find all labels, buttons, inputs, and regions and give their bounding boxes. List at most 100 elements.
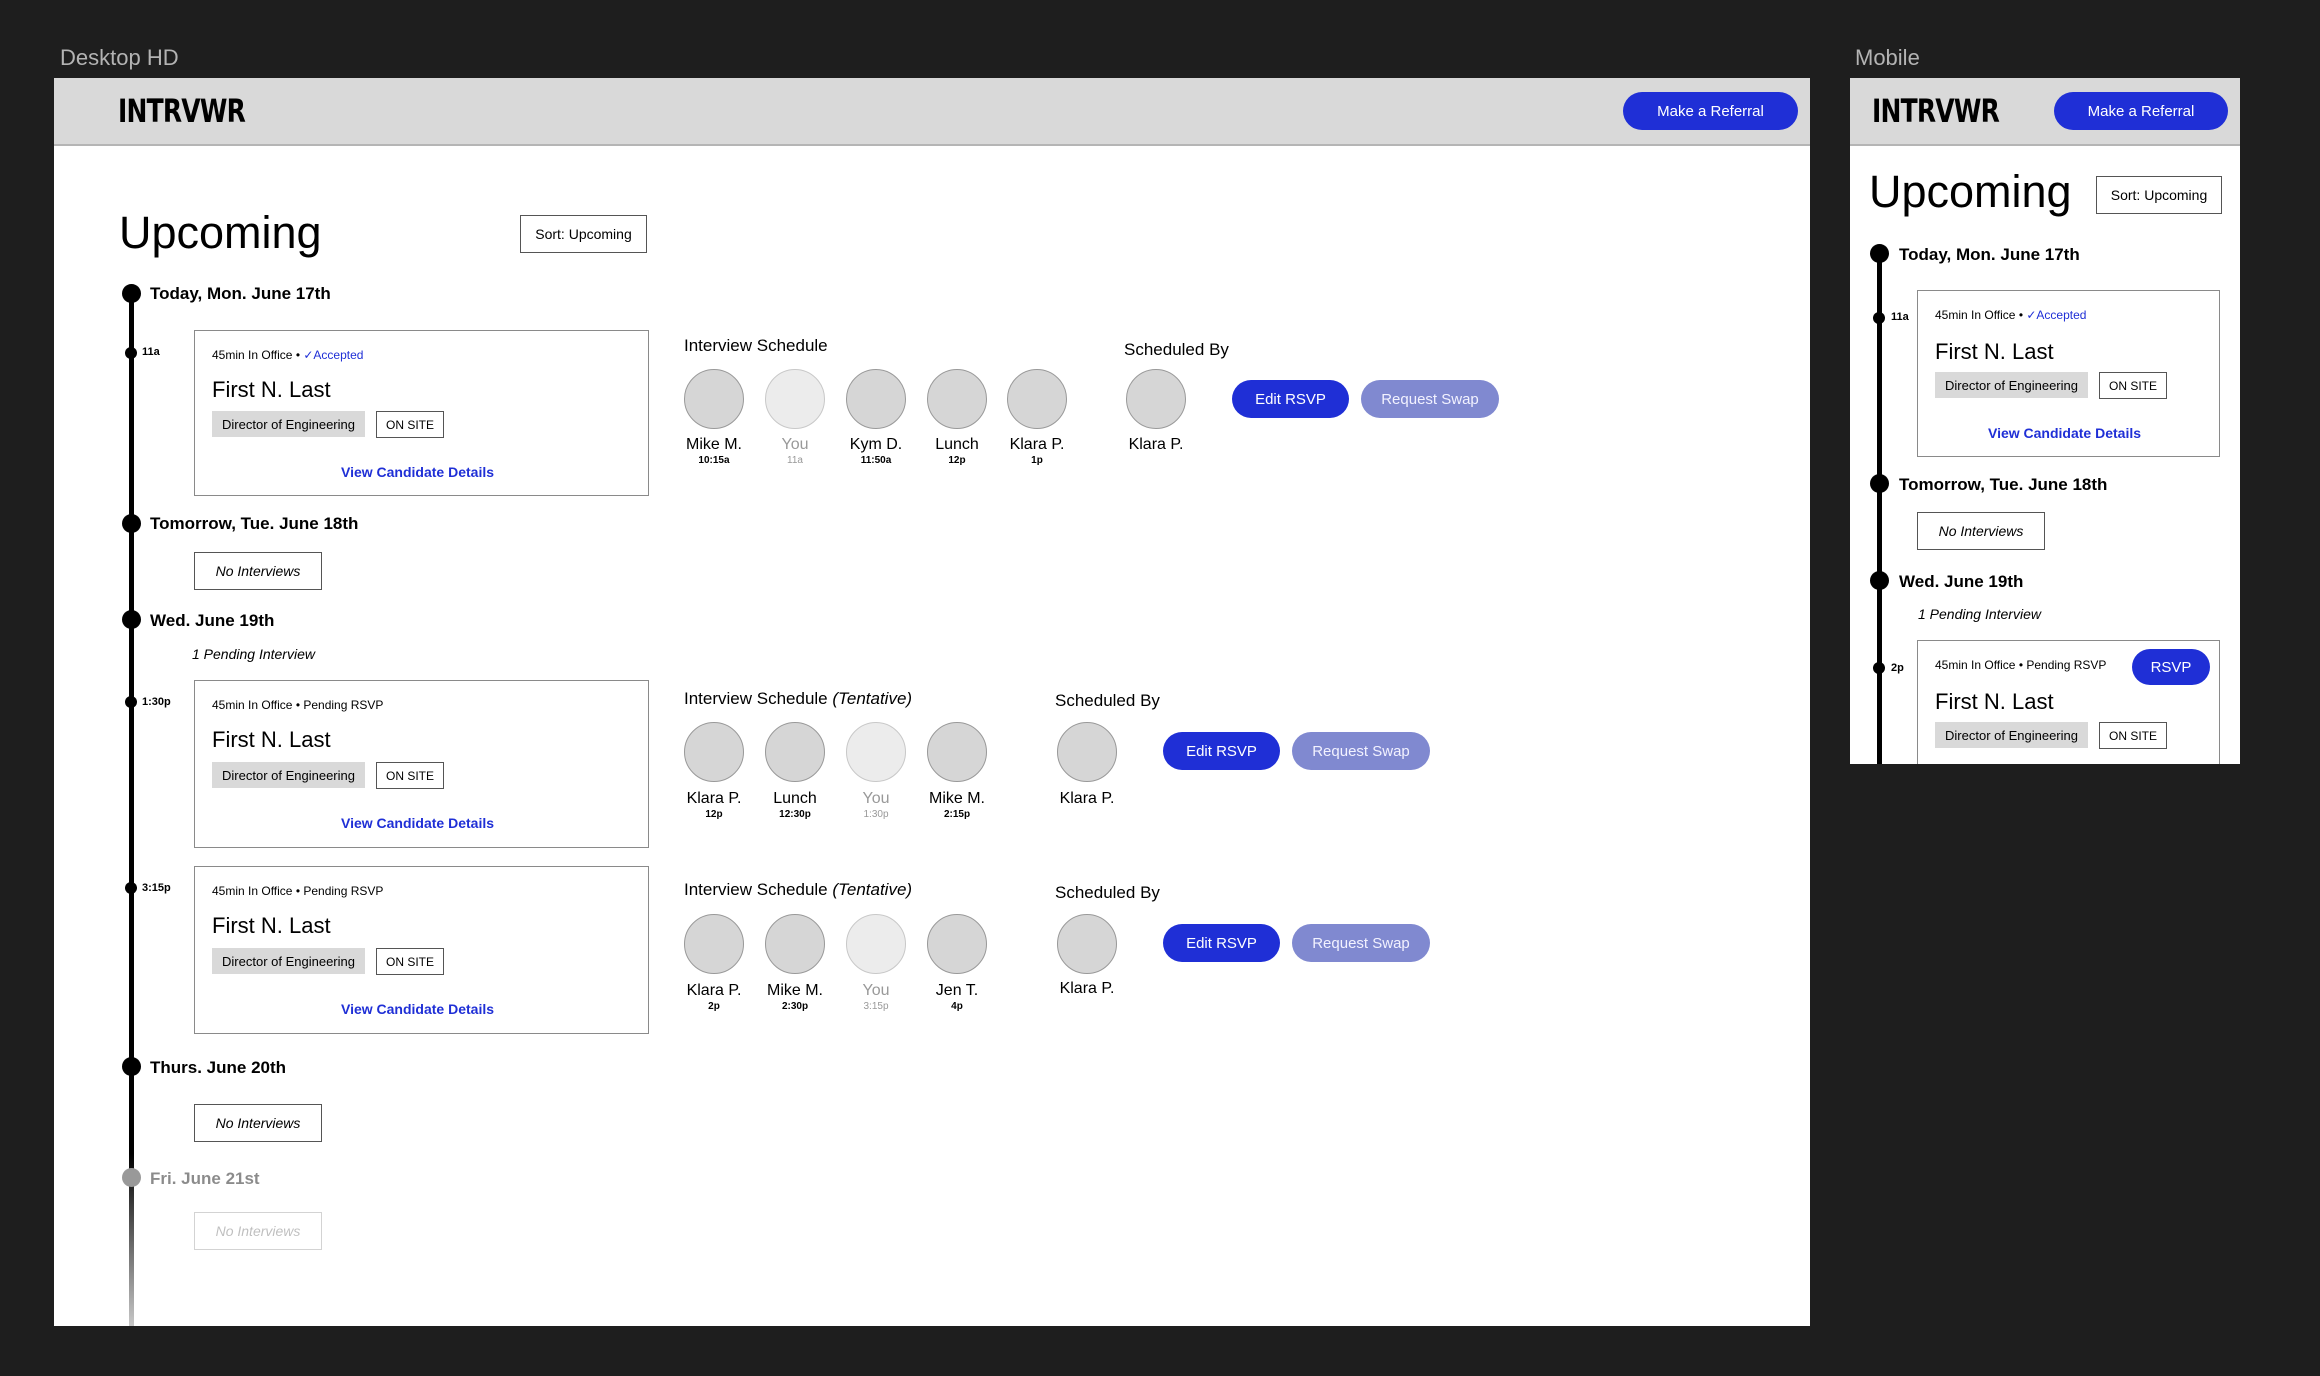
interviewer-name: Mike M. — [929, 790, 985, 807]
timeline-line — [129, 294, 134, 1154]
interview-meta: 45min In Office • ✓Accepted — [212, 348, 363, 362]
timeline-day-dot — [122, 514, 141, 533]
timeline-day-dot — [122, 610, 141, 629]
page-title: Upcoming — [1869, 166, 2072, 217]
interviewer-time: 2:30p — [781, 1001, 809, 1012]
make-referral-button[interactable]: Make a Referral — [2054, 92, 2228, 130]
no-interviews-box: No Interviews — [1917, 512, 2045, 550]
scheduler-avatar[interactable] — [1057, 914, 1117, 974]
make-referral-button[interactable]: Make a Referral — [1623, 92, 1798, 130]
interviewer-time: 1:30p — [863, 809, 889, 820]
interviewer-avatar[interactable] — [927, 722, 987, 782]
timeline-day-dot — [122, 284, 141, 303]
role-badge: Director of Engineering — [212, 411, 365, 437]
interviewer-name: Klara P. — [1009, 436, 1065, 453]
page-title: Upcoming — [119, 207, 322, 258]
interviewer-avatar[interactable] — [846, 369, 906, 429]
scheduled-by-title: Scheduled By — [1055, 691, 1160, 710]
schedule-title: Interview Schedule (Tentative) — [684, 880, 912, 900]
schedule-title: Interview Schedule — [684, 336, 828, 355]
app-logo[interactable]: INTRVWR — [118, 92, 246, 130]
schedule-title-text: Interview Schedule — [684, 689, 828, 708]
view-candidate-details-link[interactable]: View Candidate Details — [1988, 425, 2141, 441]
day-heading-thu: Thurs. June 20th — [150, 1058, 287, 1077]
timeline-day-dot — [122, 1057, 141, 1076]
scheduler-name: Klara P. — [1059, 790, 1115, 807]
interviewer-name: Klara P. — [686, 982, 742, 999]
you-avatar[interactable] — [846, 722, 906, 782]
interview-card: 45min In Office • ✓Accepted First N. Las… — [194, 330, 649, 496]
interviewer-name: Lunch — [935, 436, 979, 453]
interview-card: 45min In Office • Pending RSVP RSVP Firs… — [1917, 640, 2220, 764]
day-heading-today: Today, Mon. June 17th — [150, 284, 331, 303]
role-badge: Director of Engineering — [1935, 722, 2088, 748]
request-swap-button[interactable]: Request Swap — [1292, 732, 1430, 770]
view-candidate-details-link[interactable]: View Candidate Details — [341, 464, 494, 480]
interviewer-time: 11:50a — [860, 455, 892, 466]
interview-time: 2p — [1891, 662, 1904, 674]
day-heading-fri: Fri. June 21st — [150, 1169, 260, 1188]
schedule-title: Interview Schedule (Tentative) — [684, 689, 912, 709]
interviewer-time: 3:15p — [863, 1001, 889, 1012]
scheduler-avatar[interactable] — [1126, 369, 1186, 429]
interviewer-name: You — [862, 790, 890, 807]
interviewer-avatar[interactable] — [927, 914, 987, 974]
timeline-time-dot — [1873, 662, 1885, 674]
interview-meta: 45min In Office • Pending RSVP — [212, 884, 384, 898]
edit-rsvp-button[interactable]: Edit RSVP — [1232, 380, 1349, 418]
candidate-name: First N. Last — [1935, 339, 2054, 364]
sort-button[interactable]: Sort: Upcoming — [520, 215, 647, 253]
interviewer-avatar[interactable] — [1007, 369, 1067, 429]
timeline-time-dot — [125, 347, 137, 359]
view-candidate-details-link[interactable]: View Candidate Details — [341, 815, 494, 831]
timeline-day-dot — [122, 1168, 141, 1187]
request-swap-button[interactable]: Request Swap — [1292, 924, 1430, 962]
timeline-time-dot — [125, 696, 137, 708]
candidate-name: First N. Last — [212, 727, 331, 752]
request-swap-button[interactable]: Request Swap — [1361, 380, 1499, 418]
interviewer-avatar[interactable] — [684, 722, 744, 782]
sort-button[interactable]: Sort: Upcoming — [2096, 176, 2222, 214]
interview-meta: 45min In Office • Pending RSVP — [212, 698, 384, 712]
scheduled-by-title: Scheduled By — [1124, 340, 1229, 359]
no-interviews-box: No Interviews — [194, 1104, 322, 1142]
interviewer-time: 12p — [705, 809, 723, 820]
day-heading-tomorrow: Tomorrow, Tue. June 18th — [150, 514, 359, 533]
edit-rsvp-button[interactable]: Edit RSVP — [1163, 732, 1280, 770]
you-avatar[interactable] — [765, 369, 825, 429]
tentative-label: (Tentative) — [832, 880, 913, 899]
interviewer-time: 10:15a — [698, 455, 730, 466]
mobile-frame-label: Mobile — [1855, 45, 1920, 70]
accepted-status: ✓Accepted — [303, 348, 364, 362]
scheduler-name: Klara P. — [1128, 436, 1184, 453]
timeline-time-dot — [125, 882, 137, 894]
interviewer-time: 2:15p — [943, 809, 971, 820]
no-interviews-box: No Interviews — [194, 1212, 322, 1250]
interviewer-time: 2p — [708, 1001, 720, 1012]
desktop-frame: INTRVWR Make a Referral Upcoming Sort: U… — [54, 78, 1810, 1326]
interviewer-avatar[interactable] — [765, 914, 825, 974]
onsite-badge: ON SITE — [2099, 722, 2167, 749]
candidate-name: First N. Last — [1935, 689, 2054, 714]
pending-interview-count: 1 Pending Interview — [192, 646, 315, 662]
interview-card: 45min In Office • Pending RSVP First N. … — [194, 680, 649, 848]
candidate-name: First N. Last — [212, 913, 331, 938]
interview-meta-text: 45min In Office • — [212, 348, 304, 362]
edit-rsvp-button[interactable]: Edit RSVP — [1163, 924, 1280, 962]
rsvp-button[interactable]: RSVP — [2132, 649, 2210, 685]
you-avatar[interactable] — [846, 914, 906, 974]
onsite-badge: ON SITE — [376, 411, 444, 438]
timeline-line — [1877, 254, 1882, 764]
scheduler-avatar[interactable] — [1057, 722, 1117, 782]
interviewer-avatar[interactable] — [684, 914, 744, 974]
interviewer-time: 12:30p — [779, 809, 811, 820]
lunch-avatar[interactable] — [927, 369, 987, 429]
interviewer-time: 12p — [948, 455, 966, 466]
interviewer-avatar[interactable] — [684, 369, 744, 429]
schedule-title-text: Interview Schedule — [684, 880, 828, 899]
view-candidate-details-link[interactable]: View Candidate Details — [341, 1001, 494, 1017]
timeline-day-dot — [1870, 244, 1889, 263]
interviewer-name: Mike M. — [767, 982, 823, 999]
lunch-avatar[interactable] — [765, 722, 825, 782]
app-logo[interactable]: INTRVWR — [1872, 92, 2000, 130]
